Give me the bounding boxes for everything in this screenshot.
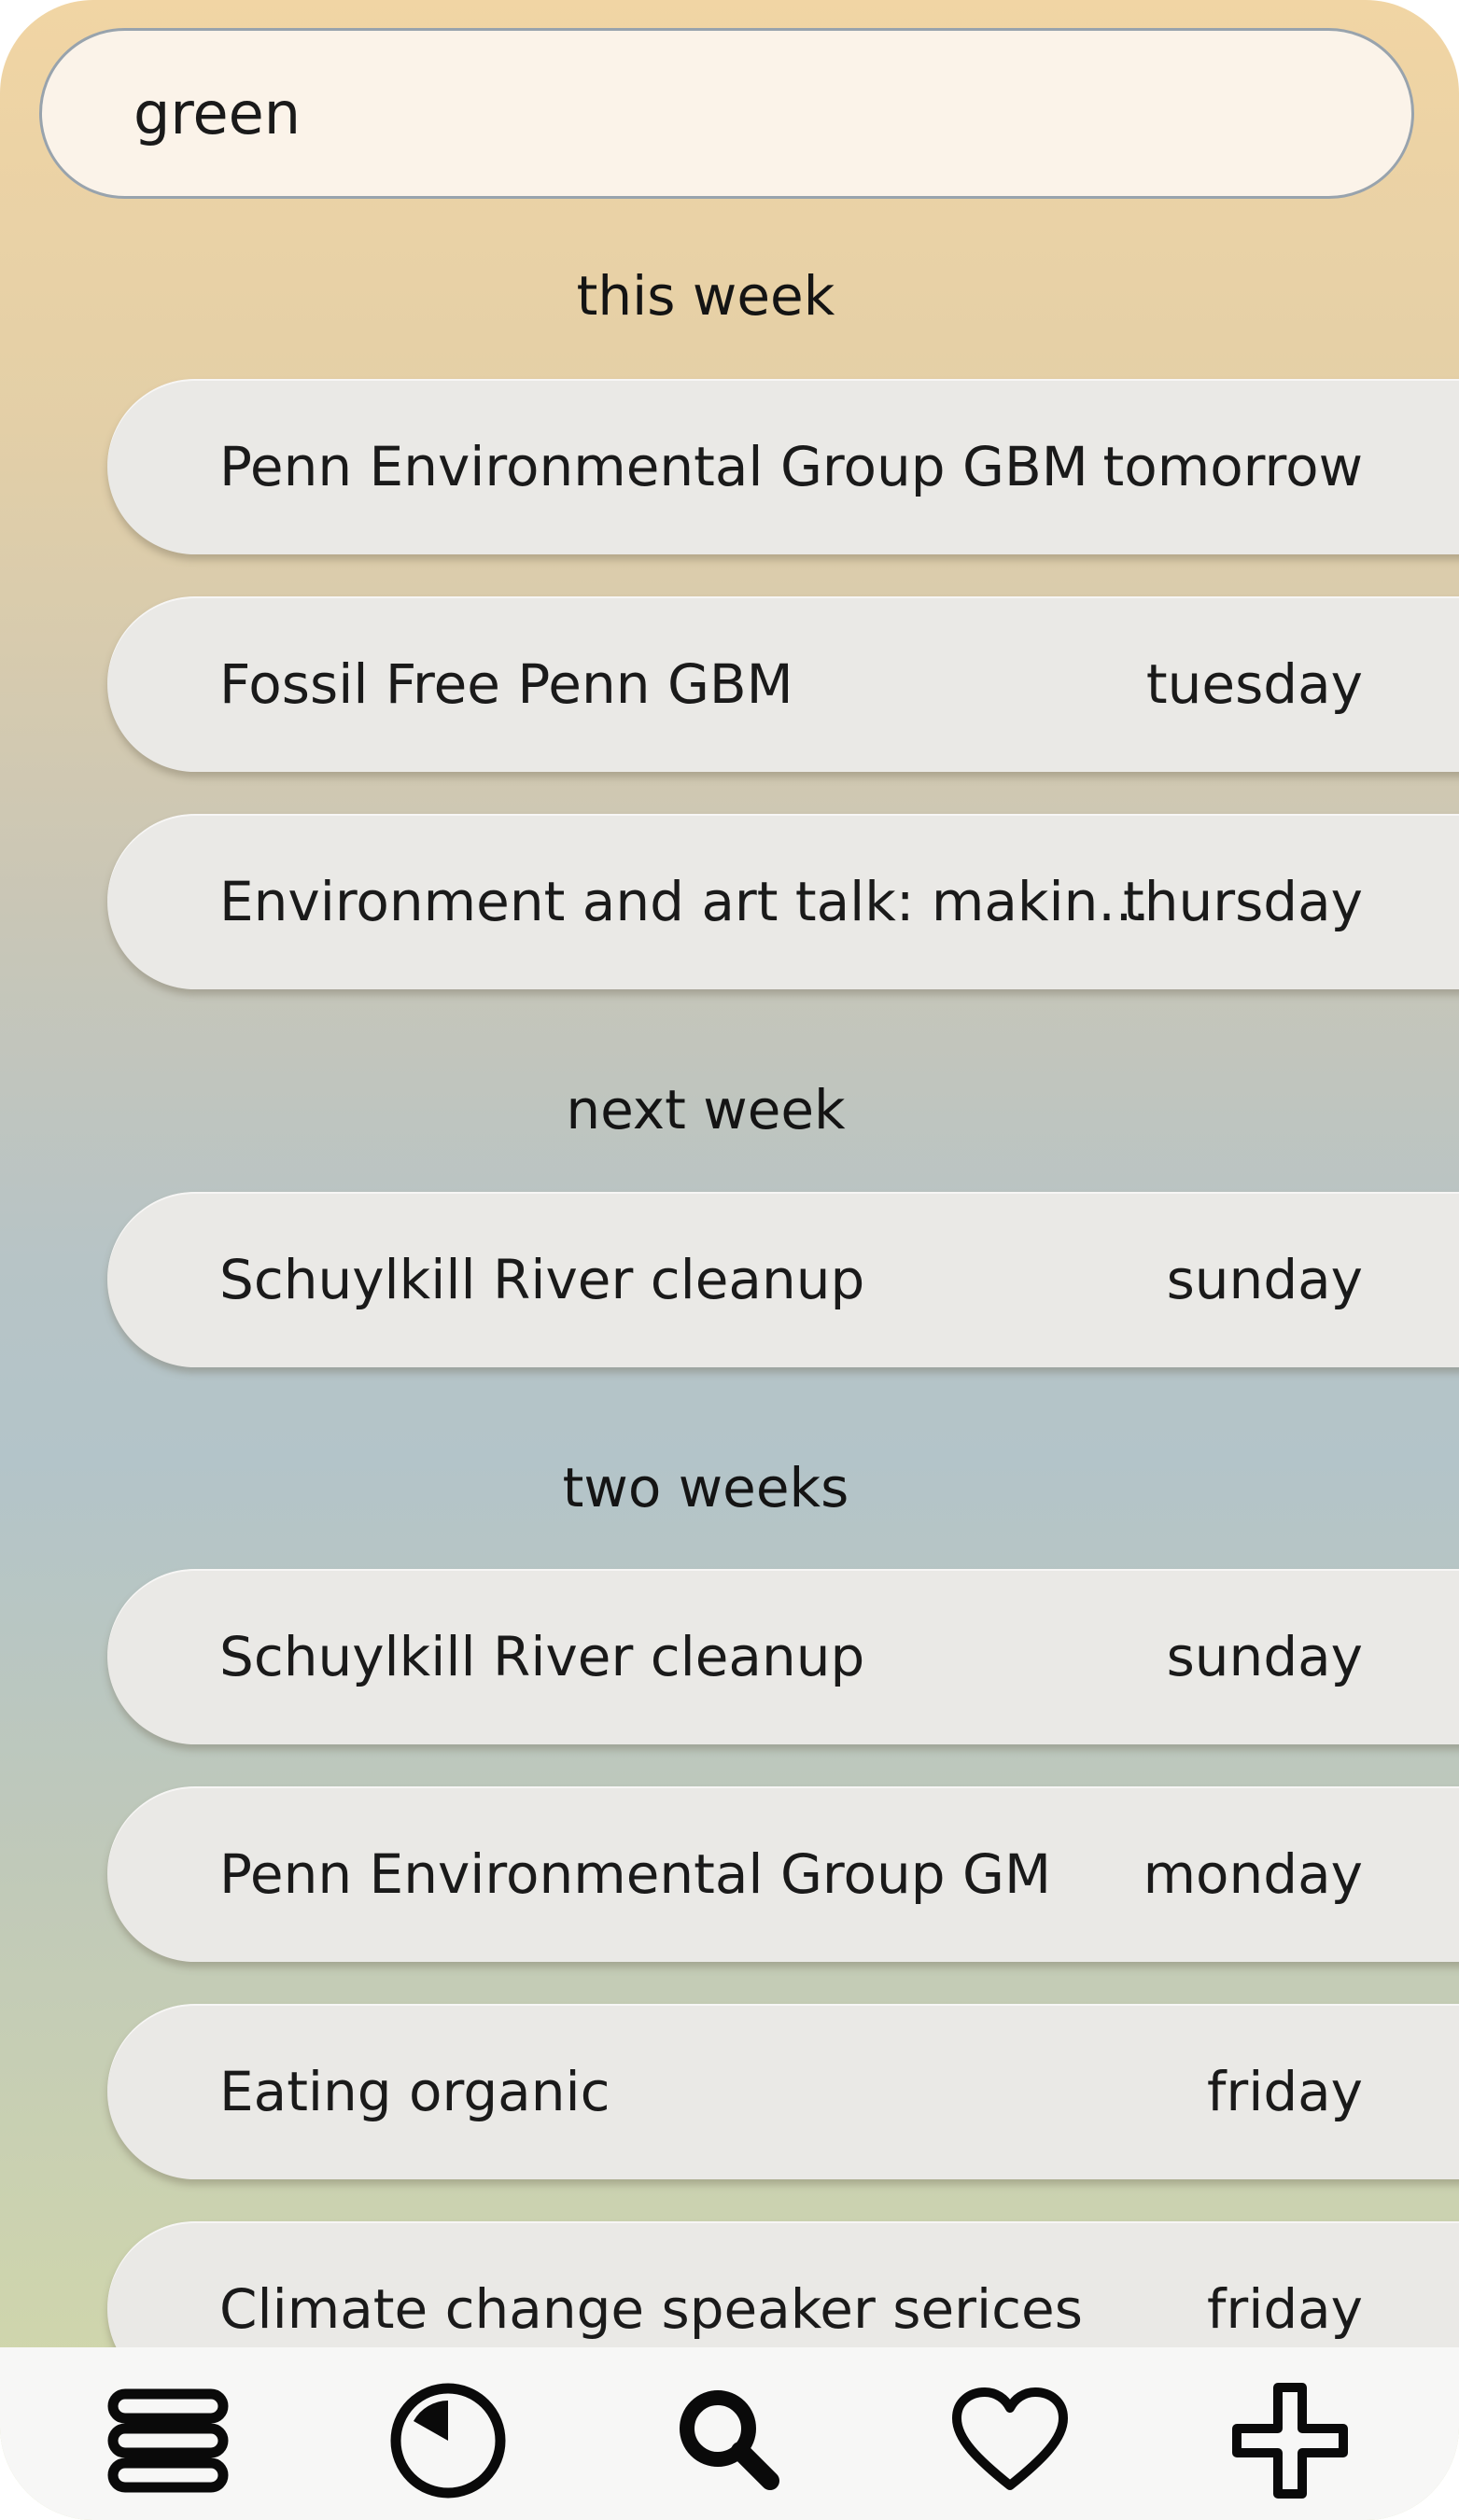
event-day: tuesday [1145,652,1363,716]
event-title: Environment and art talk: makin... [219,870,1150,933]
nav-add-button[interactable] [1225,2375,1355,2506]
event-title: Penn Environmental Group GM [219,1842,1051,1906]
heart-icon [952,2387,1068,2490]
section-heading-two-weeks: two weeks [562,1456,849,1519]
event-day: tomorrow [1102,435,1363,498]
event-day: sunday [1166,1625,1363,1688]
nav-menu-button[interactable] [103,2375,233,2506]
event-card[interactable]: Penn Environmental Group GM monday [107,1786,1459,1962]
search-icon [680,2390,779,2490]
event-card[interactable]: Schuylkill River cleanup sunday [107,1192,1459,1367]
menu-icon [107,2388,229,2493]
section-heading-this-week: this week [576,264,835,328]
event-card[interactable]: Eating organic friday [107,2004,1459,2179]
bottom-nav-bar [0,2347,1459,2520]
nav-history-button[interactable] [383,2375,513,2506]
search-input-value: green [133,79,302,147]
event-card[interactable]: Penn Environmental Group GBM tomorrow [107,379,1459,554]
event-title: Eating organic [219,2060,610,2123]
nav-search-button[interactable] [665,2375,795,2506]
event-title: Fossil Free Penn GBM [219,652,793,716]
event-day: thursday [1122,870,1363,933]
event-day: friday [1206,2060,1363,2123]
search-input[interactable]: green [39,28,1414,199]
event-title: Schuylkill River cleanup [219,1625,865,1688]
section-heading-next-week: next week [566,1078,846,1141]
event-card[interactable]: Fossil Free Penn GBM tuesday [107,596,1459,772]
event-card[interactable]: Environment and art talk: makin... thurs… [107,814,1459,989]
plus-icon [1232,2383,1348,2499]
clock-icon [390,2383,506,2499]
event-day: monday [1143,1842,1363,1906]
nav-favorites-button[interactable] [945,2375,1075,2506]
event-title: Penn Environmental Group GBM [219,435,1088,498]
event-title: Schuylkill River cleanup [219,1248,865,1311]
event-card[interactable]: Schuylkill River cleanup sunday [107,1569,1459,1744]
app-screen: green this week Penn Environmental Group… [0,0,1459,2520]
event-day: sunday [1166,1248,1363,1311]
